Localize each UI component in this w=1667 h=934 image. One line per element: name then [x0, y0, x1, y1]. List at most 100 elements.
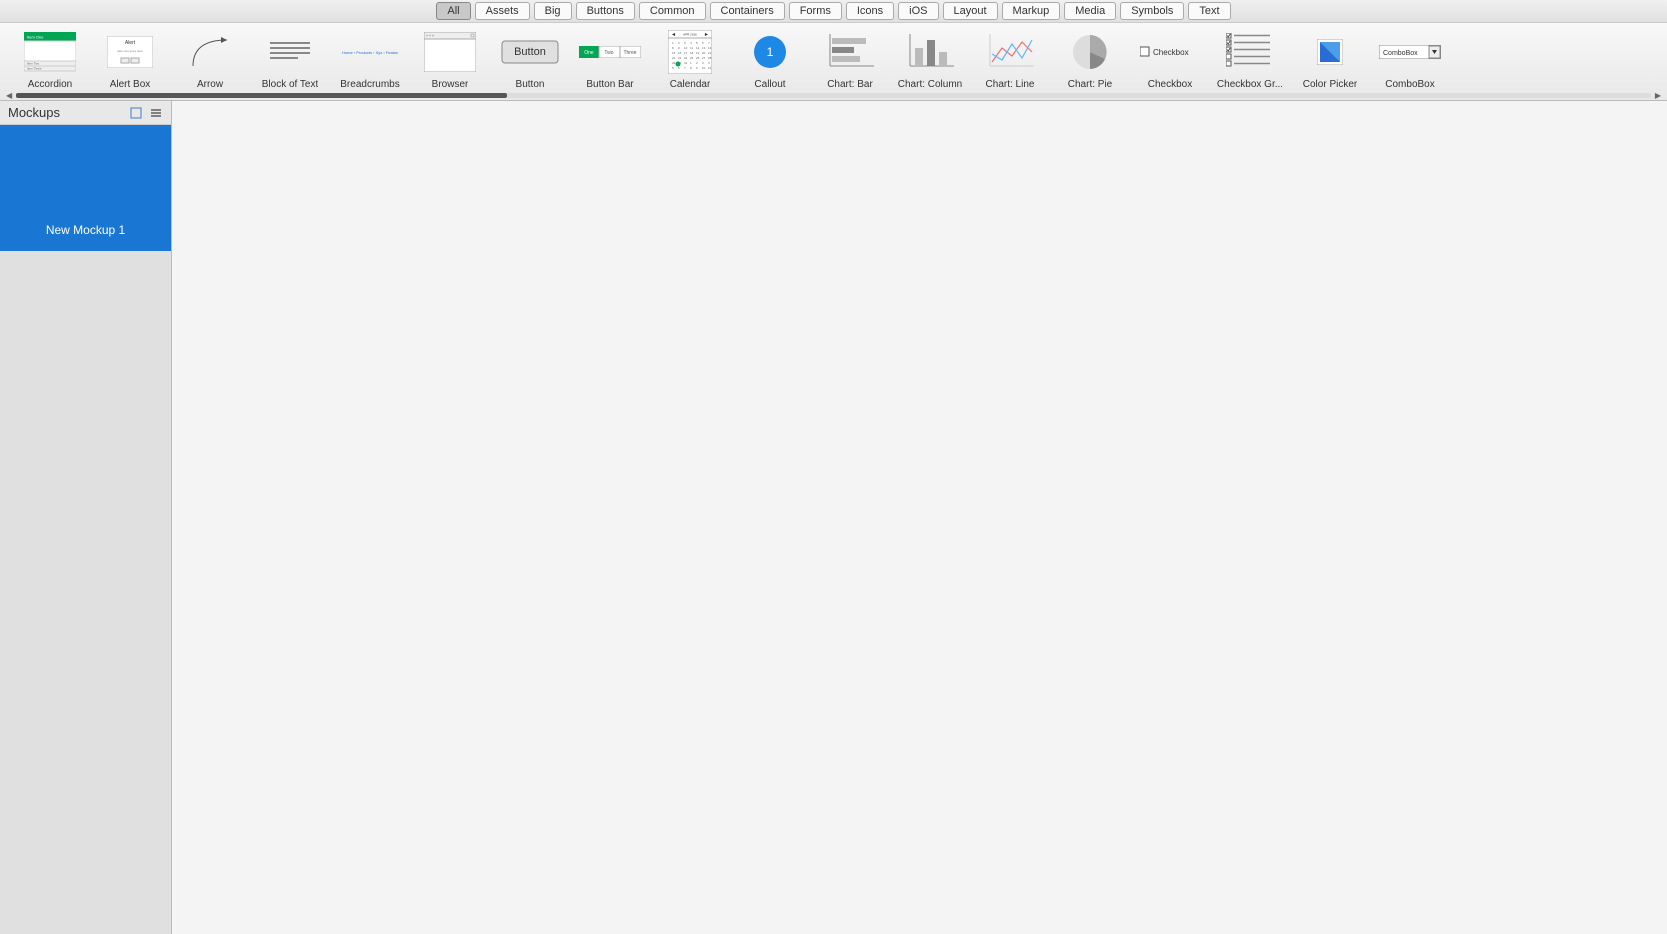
gallery-item-combobox[interactable]: ComboBox ComboBox — [1370, 27, 1450, 90]
svg-text:Two: Two — [604, 50, 613, 56]
gallery-item-button[interactable]: Button Button — [490, 27, 570, 90]
gallery-item-chart-pie[interactable]: Chart: Pie — [1050, 27, 1130, 90]
category-tab-layout[interactable]: Layout — [943, 2, 998, 20]
gallery-thumb-icon — [176, 27, 244, 77]
svg-text:APR 2016: APR 2016 — [683, 33, 697, 37]
gallery-item-breadcrumbs[interactable]: Home › Products › Xyz › FeaturesBreadcru… — [330, 27, 410, 90]
category-tab-forms[interactable]: Forms — [789, 2, 842, 20]
gallery-thumb-icon: 1 — [736, 27, 804, 77]
gallery-item-callout[interactable]: 1 Callout — [730, 27, 810, 90]
svg-text:29: 29 — [672, 61, 676, 65]
gallery-item-label: Button Bar — [586, 79, 633, 90]
svg-text:26: 26 — [696, 56, 700, 60]
svg-text:12: 12 — [696, 46, 700, 50]
category-tab-common[interactable]: Common — [639, 2, 706, 20]
gallery-item-chart-line[interactable]: Chart: Line — [970, 27, 1050, 90]
gallery-item-browser[interactable]: Browser — [410, 27, 490, 90]
gallery-item-label: Checkbox — [1148, 79, 1192, 90]
maximize-icon[interactable] — [129, 106, 143, 120]
canvas-area[interactable] — [172, 101, 1667, 934]
svg-text:Alert text goes here: Alert text goes here — [117, 49, 143, 53]
gallery-item-label: Chart: Pie — [1068, 79, 1112, 90]
gallery-thumb-icon: Button — [496, 27, 564, 77]
scroll-thumb[interactable] — [16, 93, 506, 98]
gallery-thumb-icon — [416, 27, 484, 77]
category-tab-buttons[interactable]: Buttons — [576, 2, 635, 20]
gallery-item-label: Arrow — [197, 79, 223, 90]
category-tab-containers[interactable]: Containers — [710, 2, 785, 20]
category-tab-media[interactable]: Media — [1064, 2, 1116, 20]
svg-text:ComboBox: ComboBox — [1383, 50, 1418, 57]
scroll-track[interactable] — [16, 93, 1651, 98]
mockup-item[interactable]: New Mockup 1 — [0, 125, 171, 251]
scroll-right-arrow[interactable]: ▶ — [1653, 91, 1663, 100]
gallery-item-chart-bar[interactable]: Chart: Bar — [810, 27, 890, 90]
svg-text:18: 18 — [690, 51, 694, 55]
category-tab-symbols[interactable]: Symbols — [1120, 2, 1184, 20]
gallery-item-label: Chart: Line — [986, 79, 1035, 90]
gallery-item-chart-column[interactable]: Chart: Column — [890, 27, 970, 90]
svg-text:11: 11 — [708, 66, 711, 70]
scroll-left-arrow[interactable]: ◀ — [4, 91, 14, 100]
svg-text:10: 10 — [684, 46, 688, 50]
gallery-item-label: Browser — [432, 79, 469, 90]
svg-text:31: 31 — [684, 61, 688, 65]
gallery-item-arrow[interactable]: Arrow — [170, 27, 250, 90]
gallery-scrollbar[interactable]: ◀ ▶ — [0, 92, 1667, 100]
gallery-item-label: Accordion — [28, 79, 72, 90]
svg-text:Checkbox: Checkbox — [1153, 48, 1189, 57]
gallery-thumb-icon: ComboBox — [1376, 27, 1444, 77]
gallery-item-label: Checkbox Gr... — [1217, 79, 1283, 90]
svg-text:10: 10 — [702, 66, 706, 70]
svg-text:Alert: Alert — [125, 40, 136, 46]
gallery-thumb-icon: Home › Products › Xyz › Features — [336, 27, 404, 77]
svg-text:20: 20 — [702, 51, 706, 55]
gallery-item-label: Button — [516, 79, 545, 90]
gallery-thumb-icon — [256, 27, 324, 77]
svg-text:One: One — [584, 50, 594, 56]
svg-text:Item Two: Item Two — [27, 62, 39, 66]
svg-text:14: 14 — [708, 46, 712, 50]
gallery-item-block-of-text[interactable]: Block of Text — [250, 27, 330, 90]
gallery-item-alert-box[interactable]: AlertAlert text goes hereAlert Box — [90, 27, 170, 90]
gallery-item-label: Calendar — [670, 79, 711, 90]
svg-text:1: 1 — [767, 45, 774, 59]
category-tab-icons[interactable]: Icons — [846, 2, 894, 20]
gallery-thumb-icon: Item OneItem TwoItem Three — [16, 27, 84, 77]
sidebar-header: Mockups — [0, 101, 171, 125]
svg-text:Button: Button — [514, 46, 546, 58]
svg-text:24: 24 — [684, 56, 688, 60]
svg-text:11: 11 — [690, 46, 693, 50]
component-gallery: Item OneItem TwoItem ThreeAccordionAlert… — [0, 23, 1667, 101]
gallery-thumb-icon — [1296, 27, 1364, 77]
svg-text:19: 19 — [696, 51, 700, 55]
gallery-item-checkbox-gr-[interactable]: Checkbox Gr... — [1210, 27, 1290, 90]
gallery-item-button-bar[interactable]: OneTwoThreeButton Bar — [570, 27, 650, 90]
gallery-item-label: ComboBox — [1385, 79, 1434, 90]
gallery-item-label: Chart: Bar — [827, 79, 873, 90]
gallery-thumb-icon — [1216, 27, 1284, 77]
gallery-item-calendar[interactable]: ◀▶APR 2016123456789101112131415161718192… — [650, 27, 730, 90]
category-tab-assets[interactable]: Assets — [475, 2, 530, 20]
category-tab-text[interactable]: Text — [1188, 2, 1230, 20]
gallery-thumb-icon: Checkbox — [1136, 27, 1204, 77]
gallery-thumb-icon — [896, 27, 964, 77]
gallery-item-label: Callout — [754, 79, 785, 90]
gallery-item-color-picker[interactable]: Color Picker — [1290, 27, 1370, 90]
svg-text:15: 15 — [672, 51, 676, 55]
category-tab-ios[interactable]: iOS — [898, 2, 938, 20]
gallery-item-label: Block of Text — [262, 79, 319, 90]
category-tab-markup[interactable]: Markup — [1002, 2, 1061, 20]
category-tab-all[interactable]: All — [436, 2, 470, 20]
gallery-item-accordion[interactable]: Item OneItem TwoItem ThreeAccordion — [10, 27, 90, 90]
gallery-item-label: Chart: Column — [898, 79, 962, 90]
category-tab-big[interactable]: Big — [534, 2, 572, 20]
gallery-item-checkbox[interactable]: Checkbox Checkbox — [1130, 27, 1210, 90]
svg-text:21: 21 — [708, 51, 712, 55]
svg-text:Home › Products › Xyz › Featur: Home › Products › Xyz › Features — [342, 50, 398, 55]
svg-text:23: 23 — [678, 56, 682, 60]
menu-icon[interactable] — [149, 106, 163, 120]
svg-text:13: 13 — [702, 46, 706, 50]
svg-text:16: 16 — [678, 51, 682, 55]
svg-text:Item One: Item One — [27, 35, 44, 40]
